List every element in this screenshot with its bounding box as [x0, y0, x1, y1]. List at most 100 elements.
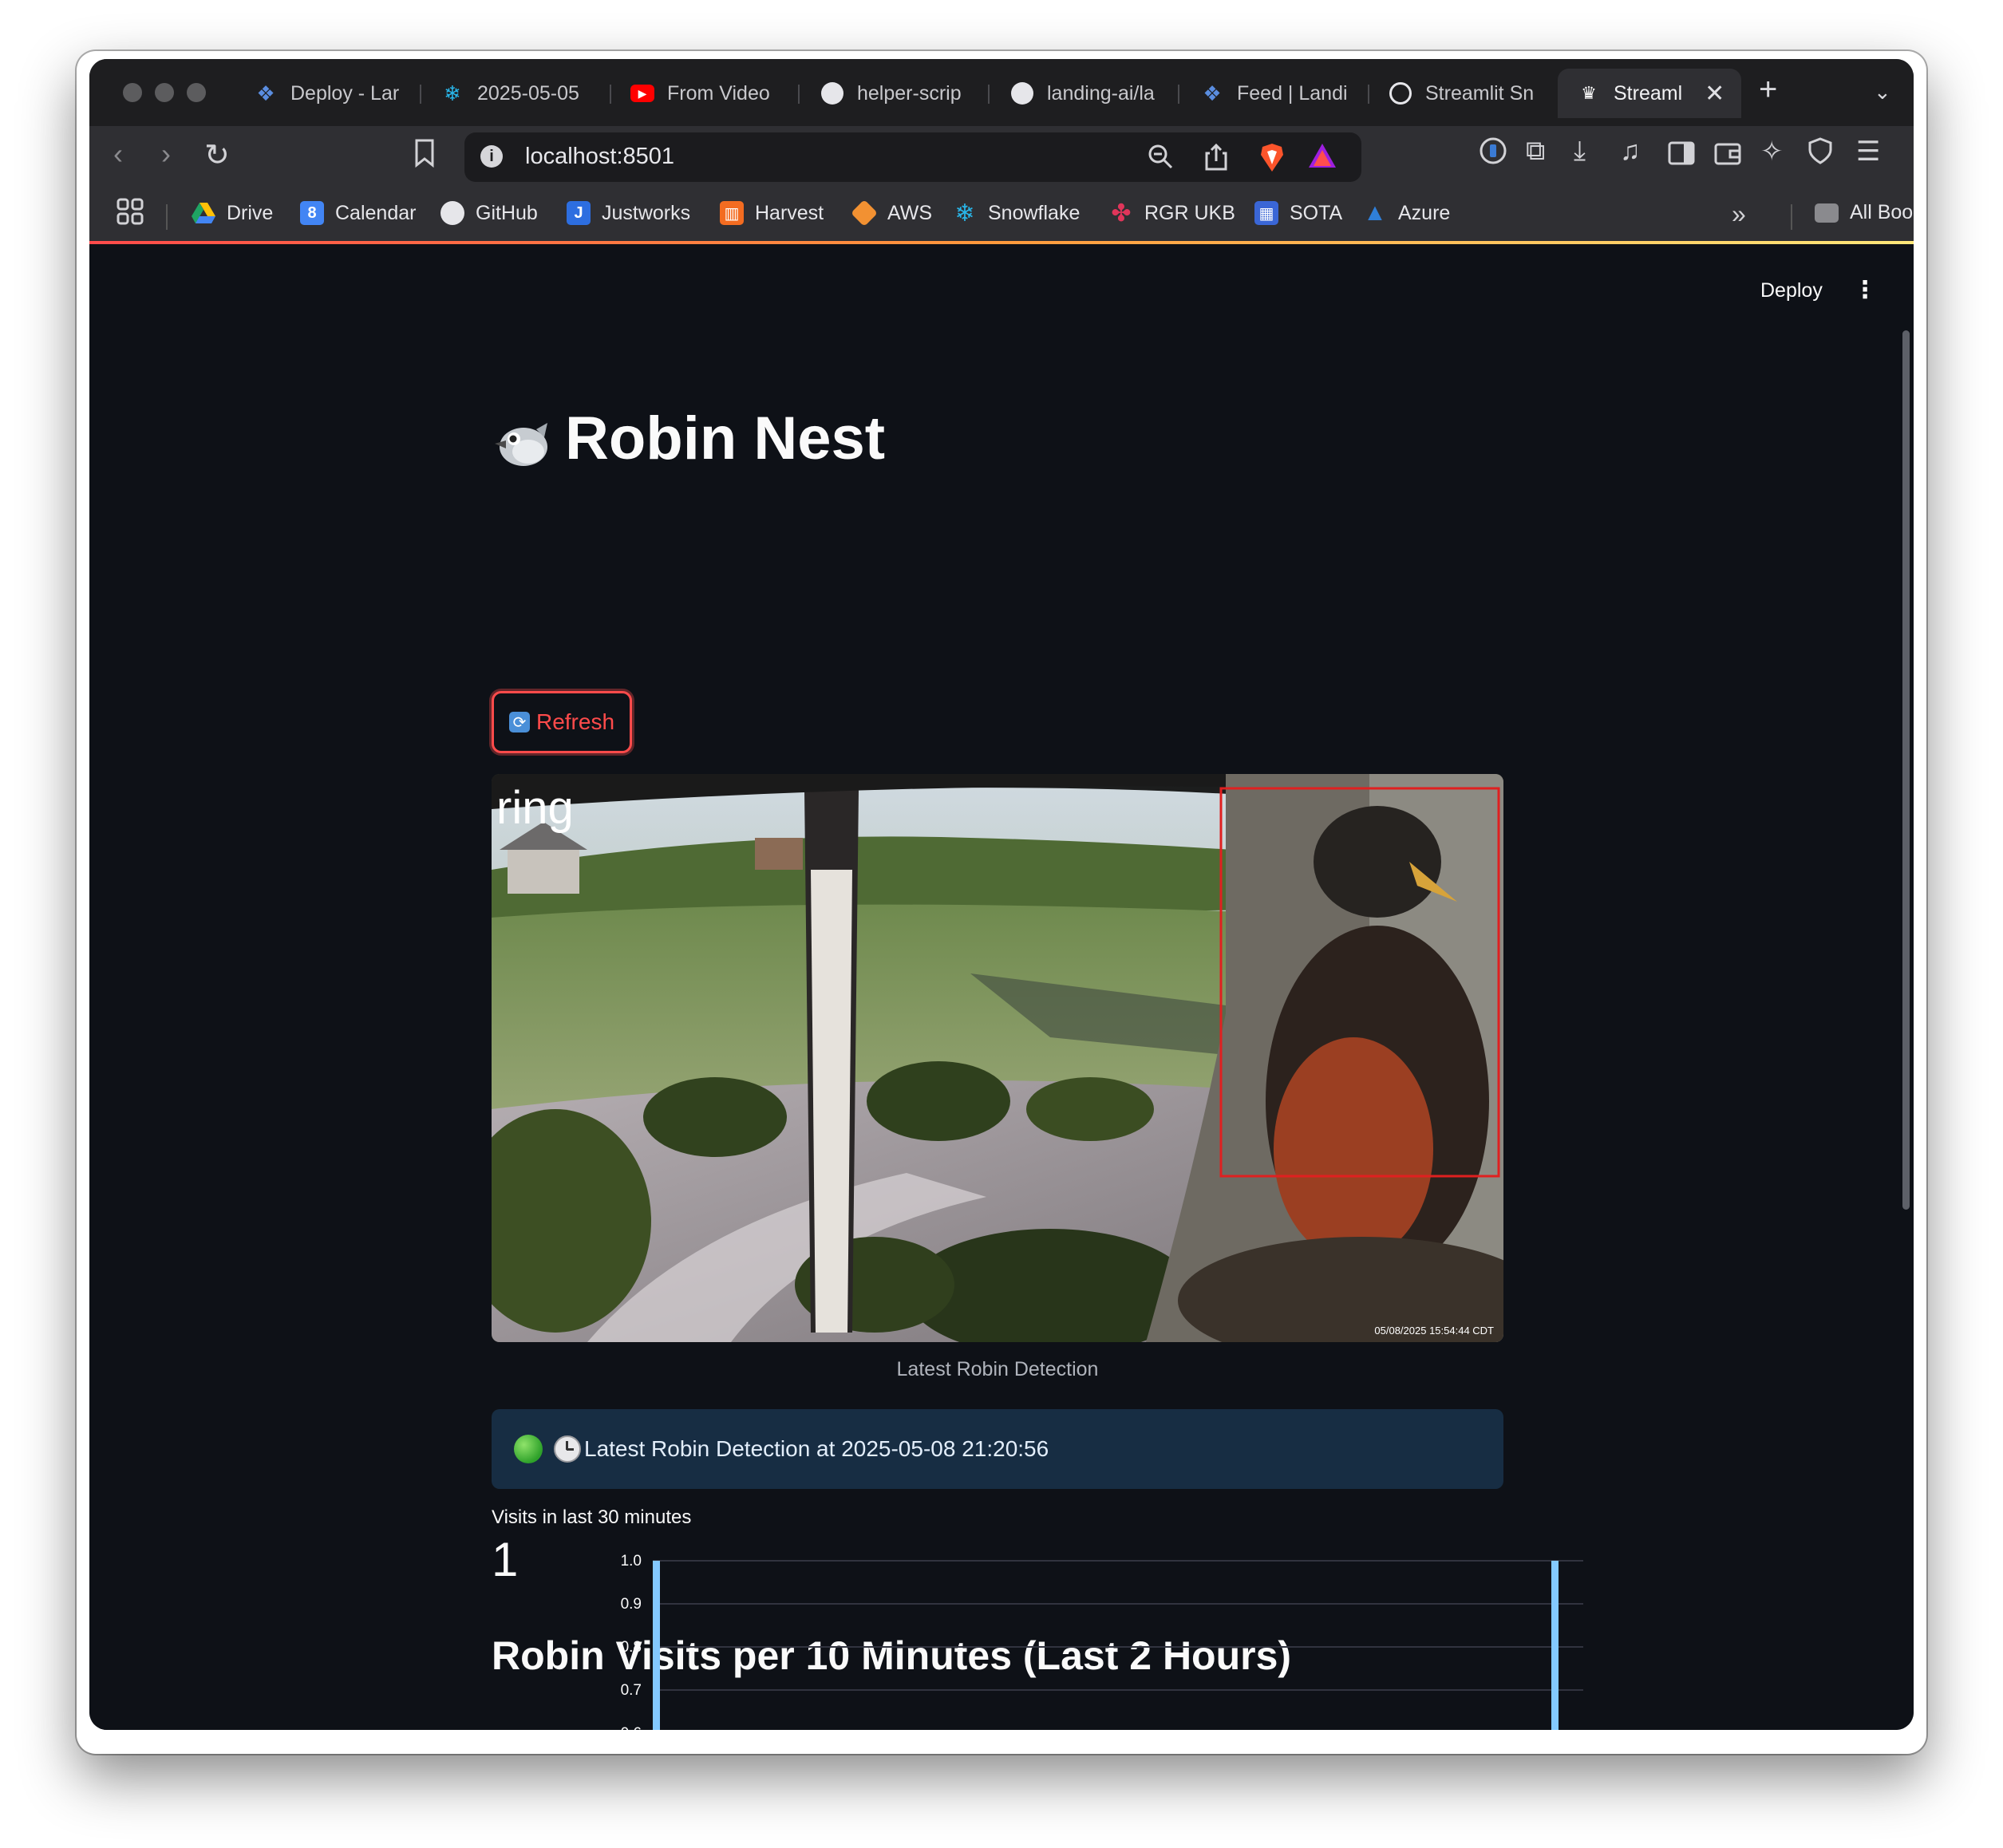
menu-icon[interactable]: ☰: [1856, 136, 1880, 168]
tab-label: Deploy - Lar: [290, 81, 400, 105]
image-caption: Latest Robin Detection: [896, 1358, 1099, 1380]
close-tab-icon[interactable]: ✕: [1705, 80, 1724, 108]
tab-youtube[interactable]: ▶ From Video: [630, 69, 790, 118]
sota-icon: ▦: [1254, 201, 1278, 225]
bookmark-rgr-ukb[interactable]: ✤ RGR UKB: [1109, 199, 1235, 227]
leo-ai-icon[interactable]: ✧: [1760, 136, 1784, 168]
back-icon[interactable]: ‹: [113, 137, 123, 171]
bookmark-harvest[interactable]: ▥ Harvest: [720, 201, 824, 225]
folder-icon: [1815, 203, 1839, 223]
chart-bar[interactable]: [1551, 1561, 1559, 1730]
green-circle-icon: [514, 1435, 543, 1463]
refresh-icon: ⟳: [508, 712, 530, 732]
brave-rewards-icon[interactable]: [1309, 144, 1336, 174]
password-manager-icon[interactable]: [1480, 137, 1507, 171]
share-icon[interactable]: [1205, 143, 1227, 177]
zoom-icon[interactable]: [1148, 144, 1173, 176]
browser-window: ❖ Deploy - Lar ❄ 2025-05-05 ▶ From Video…: [89, 59, 1914, 1730]
bookmark-azure[interactable]: ▲ Azure: [1363, 199, 1451, 226]
github-icon: [820, 81, 844, 105]
youtube-icon: ▶: [630, 81, 654, 105]
app-content: Deploy ⋮ Robin Nest ⟳ Refresh ring 05/08…: [89, 244, 1914, 1730]
bookmark-label: RGR UKB: [1144, 201, 1235, 224]
bookmark-label: Calendar: [335, 201, 417, 224]
url-text[interactable]: localhost:8501: [525, 144, 674, 170]
justworks-icon: J: [567, 201, 591, 225]
bookmark-sota[interactable]: ▦ SOTA: [1254, 201, 1342, 225]
landing-ai-icon: ❖: [1203, 81, 1222, 105]
new-tab-button[interactable]: +: [1759, 72, 1777, 108]
all-bookmarks[interactable]: All Bookmarks: [1815, 201, 1914, 224]
refresh-button[interactable]: ⟳ Refresh: [492, 691, 632, 753]
metric-label: Visits in last 30 minutes: [492, 1506, 692, 1528]
tab-label: Streaml: [1614, 81, 1683, 105]
openai-icon: [1389, 81, 1412, 105]
tab-label: landing-ai/la: [1047, 81, 1155, 105]
page-title: Robin Nest: [492, 404, 885, 473]
title-text: Robin Nest: [565, 405, 886, 472]
bookmark-icon[interactable]: [413, 139, 436, 175]
status-message: Latest Robin Detection at 2025-05-08 21:…: [584, 1436, 1049, 1461]
tab-feed[interactable]: ❖ Feed | Landi: [1200, 69, 1360, 118]
tab-strip: ❖ Deploy - Lar ❄ 2025-05-05 ▶ From Video…: [89, 59, 1914, 126]
vpn-icon[interactable]: [1808, 137, 1832, 172]
tab-label: 2025-05-05: [477, 81, 579, 105]
scrollbar[interactable]: [1902, 330, 1910, 1210]
chart-bar[interactable]: [653, 1561, 660, 1730]
bookmark-snowflake[interactable]: ❄ Snowflake: [953, 200, 1081, 227]
tab-github-helper[interactable]: helper-scrip: [820, 69, 980, 118]
bookmark-label: Azure: [1398, 201, 1451, 224]
clock-icon: [554, 1435, 581, 1463]
minimize-window-button[interactable]: [155, 83, 174, 102]
download-icon[interactable]: ⤓: [1574, 136, 1586, 167]
harvest-icon: ▥: [720, 201, 744, 225]
forward-icon[interactable]: ›: [161, 137, 171, 171]
landing-ai-icon: ❖: [256, 81, 275, 105]
y-tick-label: 0.8: [621, 1639, 642, 1656]
streamlit-icon: ♛: [1581, 83, 1597, 103]
tab-label: Feed | Landi: [1237, 81, 1348, 105]
bookmark-label: SOTA: [1290, 201, 1343, 224]
bookmark-label: AWS: [887, 201, 933, 224]
address-bar[interactable]: i localhost:8501: [464, 132, 1361, 182]
brave-shields-icon[interactable]: [1259, 144, 1285, 179]
bookmark-calendar[interactable]: 8 Calendar: [300, 201, 416, 225]
wallet-icon[interactable]: [1714, 139, 1741, 172]
site-info-icon[interactable]: i: [480, 145, 503, 168]
reload-icon[interactable]: ↻: [204, 137, 230, 173]
apps-grid-icon[interactable]: [117, 198, 144, 231]
chevron-down-icon[interactable]: ⌄: [1874, 80, 1891, 105]
y-tick-label: 1.0: [621, 1553, 642, 1570]
toolbar: ‹ › ↻ i localhost:8501 ⧉ ⤓ ♫ ✧ ☰: [89, 126, 1914, 190]
rgr-icon: ✤: [1111, 199, 1132, 227]
media-icon[interactable]: ♫: [1620, 136, 1641, 167]
close-window-button[interactable]: [123, 83, 142, 102]
tab-openai[interactable]: Streamlit Sn: [1389, 69, 1548, 118]
github-icon: [441, 201, 464, 225]
bookmark-drive[interactable]: Drive: [192, 201, 273, 225]
bookmark-label: Snowflake: [988, 201, 1081, 224]
tab-deploy[interactable]: ❖ Deploy - Lar: [254, 69, 413, 118]
tab-github-landing[interactable]: landing-ai/la: [1010, 69, 1170, 118]
tab-label: helper-scrip: [857, 81, 962, 105]
bookmark-aws[interactable]: AWS: [851, 199, 933, 227]
y-tick-label: 0.6: [621, 1725, 642, 1730]
sidebar-icon[interactable]: [1668, 139, 1695, 172]
tab-streamlit-active[interactable]: ♛ Streaml ✕: [1558, 69, 1741, 118]
zoom-window-button[interactable]: [187, 83, 206, 102]
azure-icon: ▲: [1363, 199, 1387, 226]
deploy-button[interactable]: Deploy: [1760, 279, 1823, 302]
bookmark-label: Harvest: [755, 201, 824, 224]
metric-value: 1: [492, 1533, 519, 1586]
tab-label: From Video: [667, 81, 770, 105]
bookmark-label: GitHub: [476, 201, 538, 224]
bookmark-github[interactable]: GitHub: [441, 201, 538, 225]
tab-snowflake[interactable]: ❄ 2025-05-05: [441, 69, 600, 118]
status-alert: Latest Robin Detection at 2025-05-08 21:…: [492, 1409, 1503, 1489]
more-bookmarks-icon[interactable]: »: [1732, 199, 1746, 229]
bookmark-justworks[interactable]: J Justworks: [567, 201, 690, 225]
tab-label: Streamlit Sn: [1425, 81, 1535, 105]
main-menu-icon[interactable]: ⋮: [1853, 276, 1877, 304]
camera-brand: ring: [496, 782, 574, 834]
extensions-icon[interactable]: ⧉: [1526, 136, 1545, 167]
